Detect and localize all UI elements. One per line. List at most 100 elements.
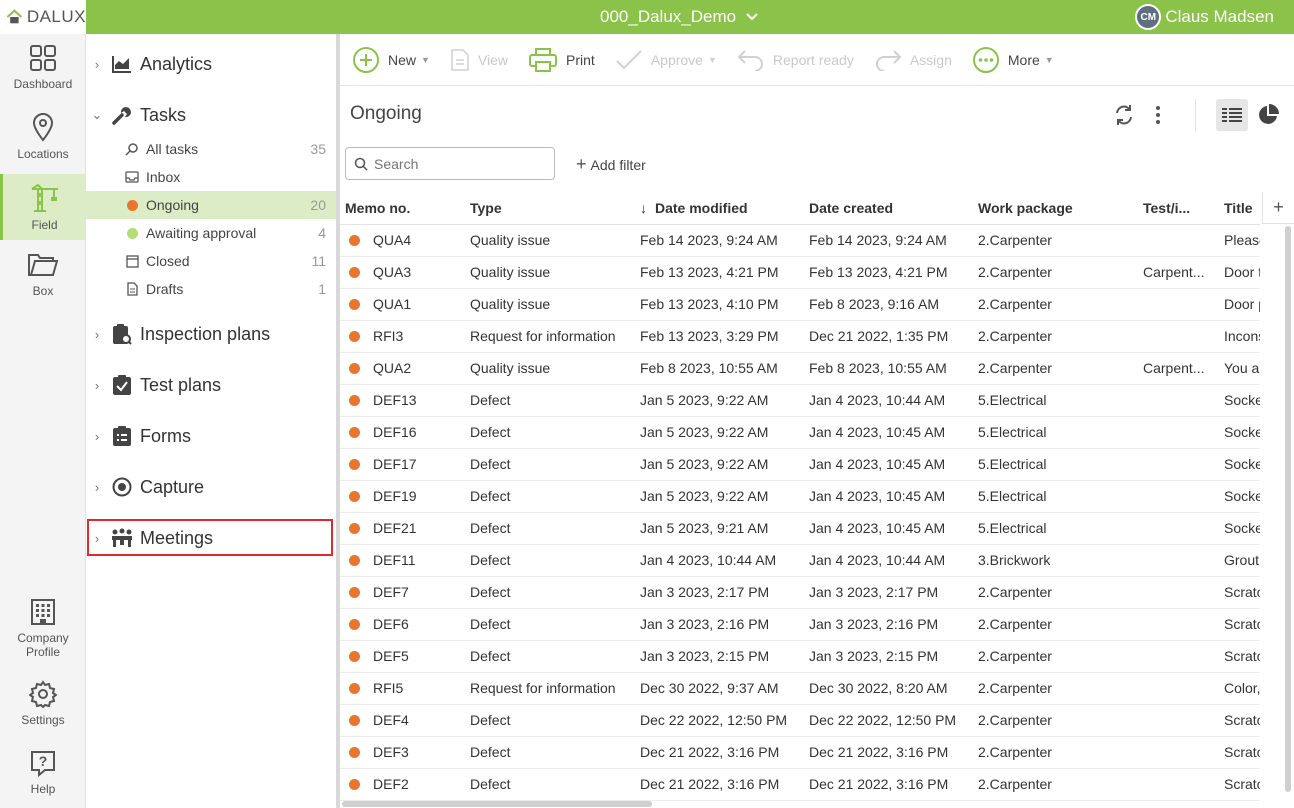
search-input[interactable]	[374, 155, 544, 172]
sidebar-section-forms[interactable]: › Forms	[86, 419, 336, 453]
list-view-toggle[interactable]	[1216, 99, 1248, 131]
house-logo-icon	[6, 9, 23, 24]
sidebar-section-inspection-plans[interactable]: › Inspection plans	[86, 317, 336, 351]
table-row[interactable]: DEF2 Defect Dec 21 2022, 3:16 PM Dec 21 202…	[340, 768, 1260, 801]
cell-memo-no: RFI3	[340, 320, 465, 353]
cell-title: Door type	[1219, 256, 1260, 289]
column-header-type[interactable]: Type	[465, 192, 635, 225]
task-filter-closed[interactable]: Closed 11	[86, 247, 336, 275]
tasks-table: Memo no. Type ↓ Date modified Date create…	[340, 192, 1294, 808]
cell-type: Quality issue	[465, 224, 635, 257]
more-button[interactable]: More ▼	[972, 46, 1054, 74]
cell-work-package: 2.Carpenter	[973, 640, 1138, 673]
search-field[interactable]	[345, 147, 555, 180]
chart-view-toggle[interactable]	[1252, 99, 1284, 131]
table-row[interactable]: DEF13 Defect Jan 5 2023, 9:22 AM Jan 4 2023…	[340, 384, 1260, 417]
table-row[interactable]: DEF7 Defect Jan 3 2023, 2:17 PM Jan 3 2023,…	[340, 576, 1260, 609]
column-header-date-created[interactable]: Date created	[804, 192, 973, 225]
table-row[interactable]: DEF3 Defect Dec 21 2022, 3:16 PM Dec 21 202…	[340, 736, 1260, 769]
memo-cell: DEF11	[345, 552, 465, 568]
memo-number: DEF7	[373, 584, 409, 600]
project-selector[interactable]: 000_Dalux_Demo	[600, 0, 758, 34]
memo-cell: QUA2	[345, 360, 465, 376]
cell-date-modified: Feb 13 2023, 4:21 PM	[635, 256, 804, 289]
table-row[interactable]: QUA2 Quality issue Feb 8 2023, 10:55 AM Feb…	[340, 352, 1260, 385]
cell-date-created: Jan 4 2023, 10:45 AM	[804, 416, 973, 449]
report-ready-button[interactable]: Report ready	[737, 49, 854, 71]
cell-date-created: Dec 30 2022, 8:20 AM	[804, 672, 973, 705]
task-filter-inbox[interactable]: Inbox	[86, 163, 336, 191]
sidebar-section-meetings[interactable]: › Meetings	[86, 521, 336, 555]
table-row[interactable]: DEF17 Defect Jan 5 2023, 9:22 AM Jan 4 2023…	[340, 448, 1260, 481]
vertical-scrollbar[interactable]	[1285, 226, 1291, 792]
sidebar-section-capture[interactable]: › Capture	[86, 470, 336, 504]
ongoing-status-dot	[349, 682, 360, 694]
rail-item-company-profile[interactable]: Company Profile	[0, 591, 86, 665]
cell-test-inspection	[1138, 448, 1219, 481]
search-icon	[354, 157, 368, 171]
refresh-button[interactable]	[1108, 99, 1140, 131]
table-row[interactable]: DEF4 Defect Dec 22 2022, 12:50 PM Dec 22 20…	[340, 704, 1260, 737]
cell-memo-no: QUA1	[340, 288, 465, 321]
rail-item-box[interactable]: Box	[0, 241, 86, 307]
assign-button[interactable]: Assign	[874, 49, 952, 71]
task-filter-label: Awaiting approval	[146, 225, 257, 241]
rail-item-settings[interactable]: Settings	[0, 670, 86, 736]
horizontal-scrollbar[interactable]	[342, 801, 652, 807]
add-column-button[interactable]: +	[1262, 192, 1294, 224]
task-filter-ongoing[interactable]: Ongoing 20	[86, 191, 336, 219]
table-row[interactable]: DEF5 Defect Jan 3 2023, 2:15 PM Jan 3 2023,…	[340, 640, 1260, 673]
sidebar-section-analytics[interactable]: › Analytics	[86, 47, 336, 81]
table-row[interactable]: QUA1 Quality issue Feb 13 2023, 4:10 PM Feb…	[340, 288, 1260, 321]
sidebar-section-tasks[interactable]: ⌄ Tasks	[86, 98, 336, 132]
view-button[interactable]: View	[450, 48, 508, 72]
cell-date-created: Jan 4 2023, 10:45 AM	[804, 480, 973, 513]
table-row[interactable]: DEF6 Defect Jan 3 2023, 2:16 PM Jan 3 2023,…	[340, 608, 1260, 641]
chevron-right-icon: ›	[94, 377, 100, 393]
dalux-logo[interactable]: DALUX	[0, 0, 86, 34]
new-button[interactable]: New ▼	[352, 46, 430, 74]
task-filter-awaiting-approval[interactable]: Awaiting approval 4	[86, 219, 336, 247]
user-menu[interactable]: CM Claus Madsen	[1135, 0, 1274, 34]
cell-type: Defect	[465, 704, 635, 737]
rail-item-field[interactable]: Field	[0, 174, 86, 240]
inspection-plan-icon	[108, 323, 136, 345]
sidebar-section-test-plans[interactable]: › Test plans	[86, 368, 336, 402]
cell-memo-no: QUA4	[340, 224, 465, 257]
rail-item-help[interactable]: ? Help	[0, 739, 86, 805]
cell-date-modified: Jan 4 2023, 10:44 AM	[635, 544, 804, 577]
add-filter-label: Add filter	[590, 156, 646, 173]
task-filter-drafts[interactable]: Drafts 1	[86, 275, 336, 303]
table-row[interactable]: DEF19 Defect Jan 5 2023, 9:22 AM Jan 4 2023…	[340, 480, 1260, 513]
add-filter-button[interactable]: + Add filter	[576, 154, 646, 175]
table-row[interactable]: RFI3 Request for information Feb 13 2023, …	[340, 320, 1260, 353]
rail-item-dashboard[interactable]: Dashboard	[0, 34, 86, 100]
rail-item-locations[interactable]: Locations	[0, 103, 86, 169]
table-row[interactable]: DEF11 Defect Jan 4 2023, 10:44 AM Jan 4 202…	[340, 544, 1260, 577]
task-filter-all-tasks[interactable]: All tasks 35	[86, 135, 336, 163]
column-header-date-modified[interactable]: ↓ Date modified	[635, 192, 804, 225]
column-header-memo-no[interactable]: Memo no.	[340, 192, 465, 225]
memo-number: DEF3	[373, 744, 409, 760]
memo-number: QUA2	[373, 360, 412, 376]
cell-memo-no: DEF7	[340, 576, 465, 609]
cell-date-created: Dec 22 2022, 12:50 PM	[804, 704, 973, 737]
ongoing-status-dot	[349, 266, 360, 278]
table-row[interactable]: DEF16 Defect Jan 5 2023, 9:22 AM Jan 4 2023…	[340, 416, 1260, 449]
cell-memo-no: DEF5	[340, 640, 465, 673]
table-row[interactable]: QUA3 Quality issue Feb 13 2023, 4:21 PM Feb…	[340, 256, 1260, 289]
table-row[interactable]: QUA4 Quality issue Feb 14 2023, 9:24 AM Feb…	[340, 224, 1260, 257]
table-row[interactable]: RFI5 Request for information Dec 30 2022, …	[340, 672, 1260, 705]
memo-cell: DEF21	[345, 520, 465, 536]
kebab-menu-button[interactable]	[1142, 99, 1174, 131]
column-header-title[interactable]: Title	[1219, 192, 1260, 225]
sort-descending-icon: ↓	[640, 199, 647, 216]
cell-date-created: Dec 21 2022, 3:16 PM	[804, 736, 973, 769]
refresh-icon	[1116, 105, 1132, 125]
approve-button[interactable]: Approve ▼	[615, 49, 717, 71]
table-row[interactable]: DEF21 Defect Jan 5 2023, 9:21 AM Jan 4 2023…	[340, 512, 1260, 545]
column-header-work-package[interactable]: Work package	[973, 192, 1138, 225]
print-button[interactable]: Print	[528, 47, 595, 73]
column-header-test-inspection[interactable]: Test/i...	[1138, 192, 1219, 225]
cell-work-package: 2.Carpenter	[973, 224, 1138, 257]
